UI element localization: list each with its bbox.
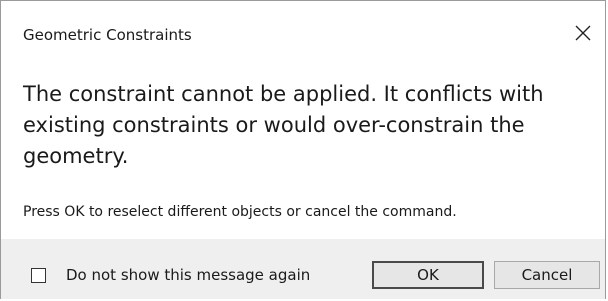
cancel-button[interactable]: Cancel [494,261,600,289]
instruction-text: Press OK to reselect different objects o… [23,204,457,220]
dialog-title: Geometric Constraints [23,26,192,44]
close-button[interactable] [561,15,605,51]
close-icon [575,25,591,41]
ok-button[interactable]: OK [372,261,484,289]
dont-show-again-label[interactable]: Do not show this message again [66,266,310,284]
dont-show-again-option[interactable]: Do not show this message again [31,266,310,284]
dialog-window: Geometric Constraints The constraint can… [0,0,606,299]
dialog-footer: Do not show this message again OK Cancel [1,239,605,299]
error-message: The constraint cannot be applied. It con… [23,82,544,168]
title-bar: Geometric Constraints [1,1,605,53]
dont-show-again-checkbox[interactable] [31,267,46,283]
